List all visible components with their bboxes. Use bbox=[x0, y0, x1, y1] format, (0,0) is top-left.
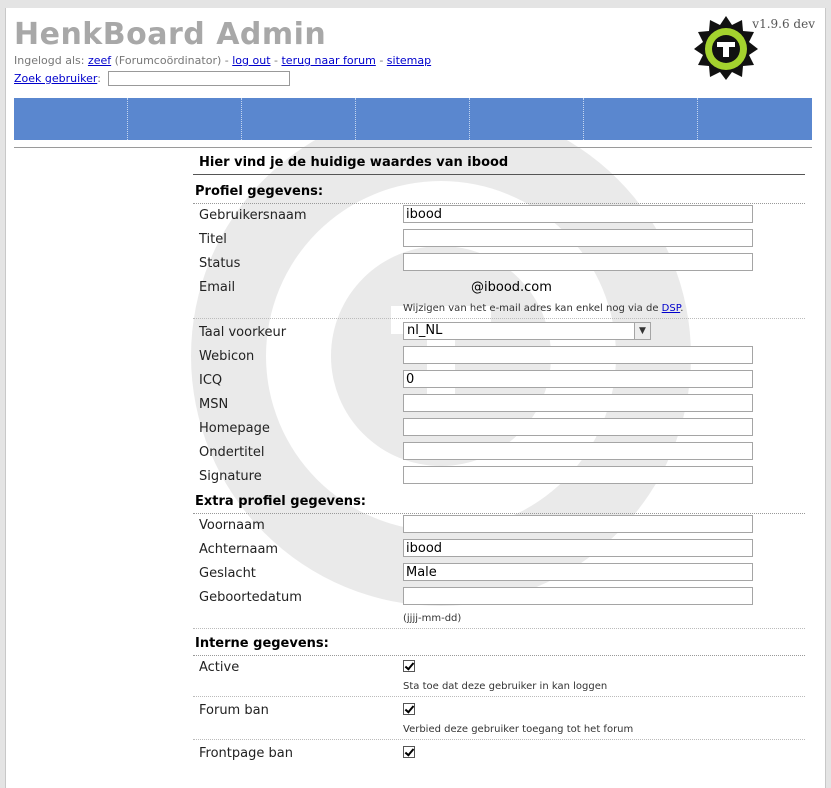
gender-row: Geslacht bbox=[193, 562, 805, 586]
homepage-input[interactable] bbox=[403, 418, 753, 436]
extra-section-title: Extra profiel gegevens: bbox=[193, 491, 805, 514]
user-profile-form: Hier vind je de huidige waardes van iboo… bbox=[193, 153, 805, 764]
status-input[interactable] bbox=[403, 253, 753, 271]
nav-item-5[interactable] bbox=[470, 98, 584, 140]
webicon-label: Webicon bbox=[199, 349, 255, 364]
nav-item-7[interactable] bbox=[698, 98, 812, 140]
gender-input[interactable] bbox=[403, 563, 753, 581]
firstname-label: Voornaam bbox=[199, 518, 265, 533]
nav-item-4[interactable] bbox=[356, 98, 470, 140]
status-row: Status bbox=[193, 252, 805, 276]
birthdate-format-note: (jjjj-mm-dd) bbox=[193, 610, 805, 629]
nav-item-1[interactable] bbox=[14, 98, 128, 140]
email-row: Email @ibood.com bbox=[193, 276, 805, 300]
version-label: v1.9.6 dev bbox=[752, 17, 815, 31]
icq-input[interactable] bbox=[403, 370, 753, 388]
search-colon: : bbox=[97, 72, 101, 85]
title-label: Titel bbox=[199, 232, 227, 247]
icq-row: ICQ bbox=[193, 369, 805, 393]
user-role: (Forumcoördinator) bbox=[114, 54, 222, 67]
birthdate-label: Geboortedatum bbox=[199, 590, 302, 605]
lastname-row: Achternaam bbox=[193, 538, 805, 562]
signature-row: Signature bbox=[193, 465, 805, 489]
frontpage-ban-checkbox[interactable] bbox=[403, 746, 415, 758]
subtitle-input[interactable] bbox=[403, 442, 753, 460]
email-note: Wijzigen van het e-mail adres kan enkel … bbox=[193, 300, 805, 319]
status-label: Status bbox=[199, 256, 241, 271]
search-user-link[interactable]: Zoek gebruiker bbox=[14, 72, 97, 85]
logged-in-prefix: Ingelogd als: bbox=[14, 54, 85, 67]
app-title: HenkBoard Admin bbox=[14, 17, 327, 52]
birthdate-input[interactable] bbox=[403, 587, 753, 605]
login-line: Ingelogd als: zeef (Forumcoördinator) - … bbox=[14, 54, 431, 67]
profile-section-title: Profiel gegevens: bbox=[193, 181, 805, 204]
page-title: Hier vind je de huidige waardes van iboo… bbox=[193, 153, 805, 175]
forum-ban-note: Verbied deze gebruiker toegang tot het f… bbox=[193, 721, 805, 740]
firstname-row: Voornaam bbox=[193, 514, 805, 538]
homepage-row: Homepage bbox=[193, 417, 805, 441]
nav-divider bbox=[14, 147, 812, 148]
signature-label: Signature bbox=[199, 469, 262, 484]
email-label: Email bbox=[199, 280, 236, 295]
msn-label: MSN bbox=[199, 397, 229, 412]
header: HenkBoard Admin v1.9.6 dev Ingelogd als:… bbox=[6, 8, 825, 148]
lastname-label: Achternaam bbox=[199, 542, 279, 557]
page: HenkBoard Admin v1.9.6 dev Ingelogd als:… bbox=[5, 8, 826, 788]
username-row: Gebruikersnaam bbox=[193, 204, 805, 228]
logout-link[interactable]: log out bbox=[232, 54, 270, 67]
nav-item-6[interactable] bbox=[584, 98, 698, 140]
separator: - bbox=[221, 54, 233, 67]
active-row: Active bbox=[193, 656, 805, 678]
email-value: @ibood.com bbox=[471, 280, 552, 295]
title-row: Titel bbox=[193, 228, 805, 252]
msn-input[interactable] bbox=[403, 394, 753, 412]
email-note-text: Wijzigen van het e-mail adres kan enkel … bbox=[403, 303, 659, 314]
firstname-input[interactable] bbox=[403, 515, 753, 533]
active-checkbox[interactable] bbox=[403, 660, 415, 672]
email-note-end: . bbox=[680, 303, 684, 314]
forum-ban-label: Forum ban bbox=[199, 703, 269, 718]
sitemap-link[interactable]: sitemap bbox=[387, 54, 431, 67]
back-to-forum-link[interactable]: terug naar forum bbox=[281, 54, 375, 67]
search-user-line: Zoek gebruiker: bbox=[14, 71, 290, 86]
active-label: Active bbox=[199, 660, 240, 675]
username-label: Gebruikersnaam bbox=[199, 208, 307, 223]
birthdate-row: Geboortedatum bbox=[193, 586, 805, 610]
frontpage-ban-row: Frontpage ban bbox=[193, 742, 805, 764]
language-label: Taal voorkeur bbox=[199, 325, 287, 340]
icq-label: ICQ bbox=[199, 373, 223, 388]
lastname-input[interactable] bbox=[403, 539, 753, 557]
webicon-row: Webicon bbox=[193, 345, 805, 369]
separator: - bbox=[375, 54, 387, 67]
forum-ban-row: Forum ban bbox=[193, 699, 805, 721]
subtitle-label: Ondertitel bbox=[199, 445, 265, 460]
internal-section-title: Interne gegevens: bbox=[193, 633, 805, 656]
forum-ban-checkbox[interactable] bbox=[403, 703, 415, 715]
homepage-label: Homepage bbox=[199, 421, 270, 436]
gender-label: Geslacht bbox=[199, 566, 256, 581]
user-link[interactable]: zeef bbox=[88, 54, 111, 67]
henkboard-logo bbox=[694, 16, 758, 80]
username-input[interactable] bbox=[403, 205, 753, 223]
language-row: Taal voorkeur nl_NL ▼ bbox=[193, 321, 805, 345]
frontpage-ban-label: Frontpage ban bbox=[199, 746, 293, 761]
separator: - bbox=[270, 54, 282, 67]
title-input[interactable] bbox=[403, 229, 753, 247]
language-selected-value: nl_NL bbox=[407, 323, 443, 338]
search-user-input[interactable] bbox=[108, 71, 290, 86]
nav-item-3[interactable] bbox=[242, 98, 356, 140]
nav-bar bbox=[14, 98, 812, 140]
subtitle-row: Ondertitel bbox=[193, 441, 805, 465]
active-note: Sta toe dat deze gebruiker in kan loggen bbox=[193, 678, 805, 697]
nav-item-2[interactable] bbox=[128, 98, 242, 140]
chevron-down-icon[interactable]: ▼ bbox=[634, 323, 650, 339]
signature-input[interactable] bbox=[403, 466, 753, 484]
webicon-input[interactable] bbox=[403, 346, 753, 364]
language-select[interactable]: nl_NL ▼ bbox=[403, 322, 651, 340]
dsp-link[interactable]: DSP bbox=[662, 303, 681, 314]
msn-row: MSN bbox=[193, 393, 805, 417]
